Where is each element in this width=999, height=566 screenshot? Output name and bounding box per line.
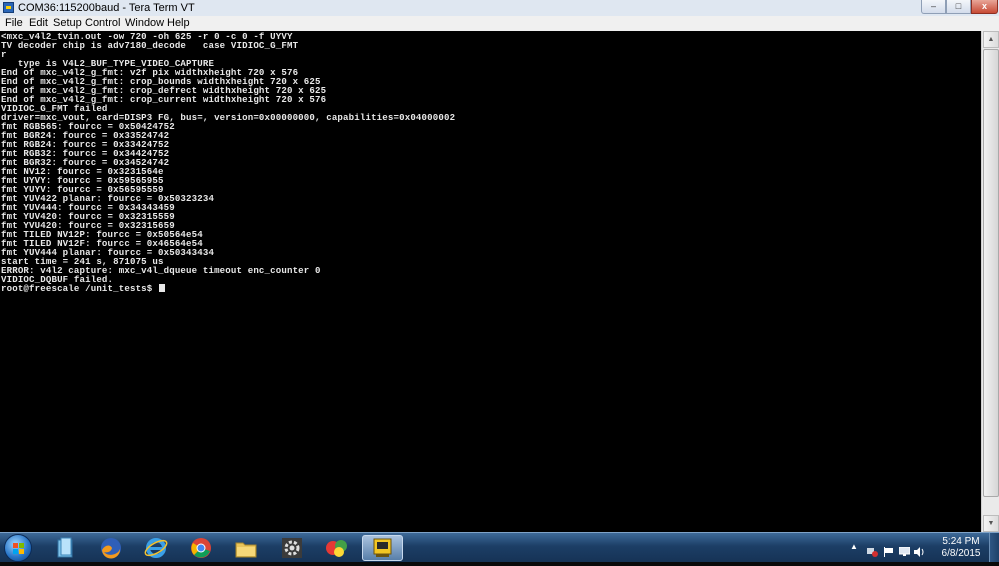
chrome-icon[interactable] — [188, 535, 214, 561]
window-title: COM36:115200baud - Tera Term VT — [18, 2, 195, 14]
menu-file[interactable]: File — [5, 16, 23, 31]
clock-time[interactable]: 5:24 PM — [936, 536, 986, 548]
clock-date[interactable]: 6/8/2015 — [936, 548, 986, 560]
terminal-prompt-line: root@freescale /unit_tests$ — [1, 284, 165, 293]
monitor-icon[interactable] — [898, 544, 911, 556]
text-cursor — [159, 284, 165, 292]
windows-explorer-icon[interactable] — [52, 535, 78, 561]
menu-control[interactable]: Control — [85, 16, 120, 31]
file-folder-icon[interactable] — [233, 535, 259, 561]
firefox-icon[interactable] — [98, 535, 124, 561]
tera-term-taskbar-icon[interactable] — [362, 535, 403, 561]
menu-edit[interactable]: Edit — [29, 16, 48, 31]
vertical-scrollbar[interactable]: ▲ ▼ — [981, 31, 999, 532]
terminal-area[interactable]: <mxc_v4l2_tvin.out -ow 720 -oh 625 -r 0 … — [0, 31, 981, 532]
colorful-app-icon[interactable] — [324, 535, 350, 561]
scroll-down-arrow[interactable]: ▼ — [983, 515, 999, 532]
menu-bar: File Edit Setup Control Window Help — [0, 16, 999, 32]
close-button[interactable]: x — [971, 0, 998, 14]
volume-icon[interactable] — [914, 544, 925, 557]
internet-explorer-icon[interactable] — [143, 535, 169, 561]
taskbar: ▲ 5:24 PM 6/8/2015 — [0, 532, 999, 562]
flag-icon[interactable] — [883, 544, 894, 557]
tera-term-icon[interactable] — [3, 2, 14, 13]
terminal-line: TV decoder chip is adv7180_decode case V… — [1, 40, 299, 51]
menu-help[interactable]: Help — [167, 16, 190, 31]
show-desktop-button[interactable] — [989, 533, 999, 562]
menu-window[interactable]: Window — [125, 16, 164, 31]
window-titlebar[interactable]: COM36:115200baud - Tera Term VT – □ x — [0, 0, 999, 17]
show-hidden-icons-chevron[interactable]: ▲ — [850, 542, 861, 551]
scroll-thumb[interactable] — [983, 49, 999, 497]
menu-setup[interactable]: Setup — [53, 16, 82, 31]
terminal-prompt: root@freescale /unit_tests$ — [1, 283, 158, 294]
windows-logo-icon — [13, 543, 24, 554]
settings-gear-icon[interactable] — [279, 535, 305, 561]
network-error-icon[interactable] — [867, 544, 878, 557]
scroll-up-arrow[interactable]: ▲ — [983, 31, 999, 48]
minimize-button[interactable]: – — [921, 0, 946, 14]
maximize-button[interactable]: □ — [946, 0, 971, 14]
windows-start-orb[interactable] — [4, 534, 32, 562]
